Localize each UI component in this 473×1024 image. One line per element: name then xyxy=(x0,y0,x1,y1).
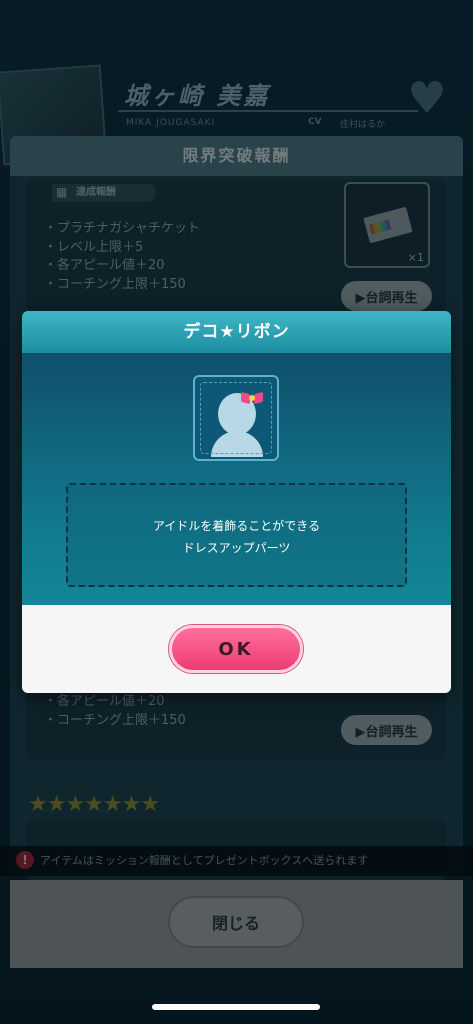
avatar-silhouette-head xyxy=(218,393,256,435)
ribbon-icon xyxy=(241,391,263,405)
description-line-1: アイドルを着飾ることができる xyxy=(152,519,321,533)
home-indicator[interactable] xyxy=(152,1004,320,1010)
ok-button[interactable]: OK xyxy=(169,625,303,673)
modal-title: デコ★リボン xyxy=(22,311,451,353)
item-description-box: アイドルを着飾ることができる ドレスアップパーツ xyxy=(66,483,407,587)
description-line-2: ドレスアップパーツ xyxy=(182,541,291,555)
item-detail-modal: デコ★リボン アイドルを着飾ることができる ドレスアップパーツ OK xyxy=(22,311,451,693)
modal-body: アイドルを着飾ることができる ドレスアップパーツ xyxy=(22,353,451,605)
item-preview xyxy=(193,375,279,461)
modal-footer: OK xyxy=(22,605,451,693)
avatar-silhouette-body xyxy=(211,431,263,457)
